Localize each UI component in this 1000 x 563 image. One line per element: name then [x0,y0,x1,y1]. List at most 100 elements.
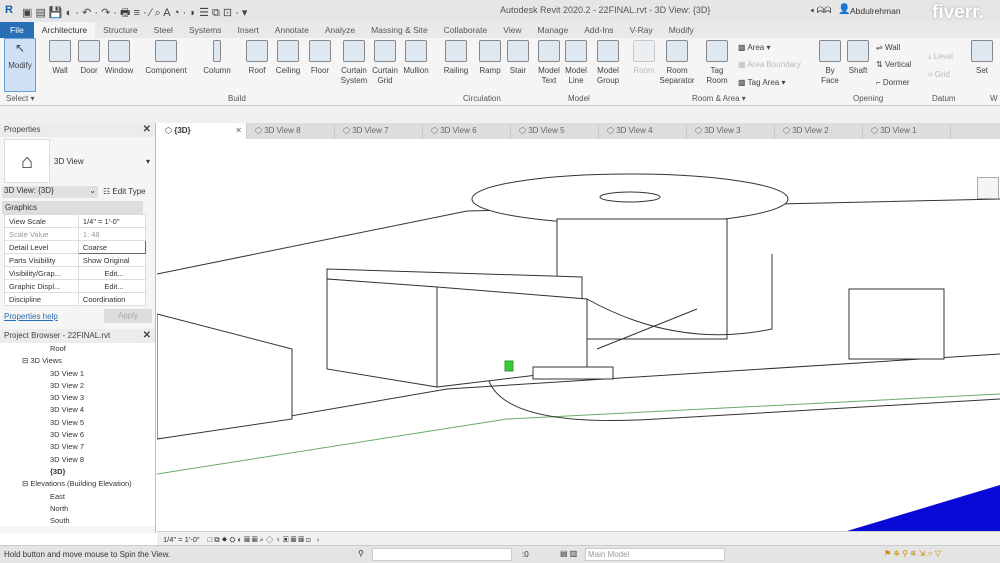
tree-item[interactable]: 3D View 2 [0,381,155,393]
edit-button[interactable]: Edit... [77,266,147,280]
ramp-button[interactable]: Ramp [476,40,504,76]
view-tab[interactable]: ⬡ 3D View 8 [247,123,335,139]
roof-button[interactable]: Roof [243,40,271,76]
tag-area-button[interactable]: ▩ Tag Area ▾ [738,78,785,87]
edit-button[interactable]: Edit... [77,279,147,293]
tree-item[interactable]: 3D View 1 [0,369,155,381]
model-group-button[interactable]: Model Group [594,40,622,86]
component-button[interactable]: Component [142,40,190,76]
wall-button[interactable]: Wall [46,40,74,76]
3d-viewport[interactable] [156,139,1000,531]
viewcube-icon[interactable] [977,177,999,199]
curtain-grid-button[interactable]: Curtain Grid [370,40,400,86]
view-tab[interactable]: ⬡ 3D View 3 [687,123,775,139]
panel-room-area[interactable]: Room & Area ▾ [692,94,746,103]
wall-opening-button[interactable]: ⇌ Wall [876,43,900,52]
panel-select[interactable]: Select ▾ [6,94,34,103]
quick-access-toolbar[interactable]: ▣ ▤ 💾 ◐ · ↶ · ↷ · 🖶 ≡ · ⁄ ⌕ A ◔ · ◗ ☰ ⧉ … [22,4,247,23]
tab-massing[interactable]: Massing & Site [363,22,436,38]
area-boundary-button[interactable]: ▦ Area Boundary [738,60,801,69]
design-option-dropdown[interactable]: Main Model [585,548,725,561]
view-tab[interactable]: ⬡ 3D View 6 [423,123,511,139]
worksets-icon[interactable]: ⚲ [358,549,364,558]
model-line-button[interactable]: Model Line [563,40,589,86]
apply-button[interactable]: Apply [104,309,152,323]
window-button[interactable]: Window [102,40,136,76]
shaft-button[interactable]: Shaft [845,40,871,76]
view-tab[interactable]: ⬡ 3D View 5 [511,123,599,139]
close-icon[interactable]: ✕ [231,126,246,135]
tab-annotate[interactable]: Annotate [267,22,317,38]
tree-item[interactable]: East [0,492,155,504]
view-tab[interactable]: ⬡ 3D View 4 [599,123,687,139]
room-button[interactable]: Room [630,40,658,76]
tag-room-button[interactable]: Tag Room [703,40,731,86]
modify-button[interactable]: ↖ Modify [4,38,36,92]
room-separator-button[interactable]: Room Separator [655,40,699,86]
set-button[interactable]: Set [970,40,994,76]
by-face-button[interactable]: By Face [818,40,842,86]
revit-logo-icon[interactable]: R [5,4,13,16]
prop-value[interactable]: Coarse [77,240,147,254]
tab-systems[interactable]: Systems [181,22,230,38]
tree-item[interactable]: South [0,516,155,526]
tree-item-elevations[interactable]: ⊟ Elevations (Building Elevation) [0,479,155,491]
curtain-system-button[interactable]: Curtain System [338,40,370,86]
tab-addins[interactable]: Add-Ins [576,22,621,38]
vertical-opening-button[interactable]: ⇅ Vertical [876,60,911,69]
door-button[interactable]: Door [76,40,102,76]
stair-button[interactable]: Stair [505,40,531,76]
dormer-button[interactable]: ⌐ Dormer [876,78,910,87]
model-text-button[interactable]: Model Text [535,40,563,86]
tab-manage[interactable]: Manage [530,22,577,38]
tab-structure[interactable]: Structure [95,22,146,38]
properties-help-link[interactable]: Properties help [4,312,58,321]
view-scale[interactable]: 1/4" = 1'-0" [163,535,200,544]
view-tab[interactable]: ⬡ 3D View 7 [335,123,423,139]
view-tab[interactable]: ⬡ 3D View 1 [863,123,951,139]
mullion-button[interactable]: Mullion [400,40,432,76]
tree-item[interactable]: 3D View 4 [0,405,155,417]
workset-dropdown[interactable] [372,548,512,561]
view-tab-3d[interactable]: ⬡ {3D} ✕ [157,123,247,139]
prop-value[interactable]: Show Original [77,253,147,267]
selection-filter-icons[interactable]: ⚑ ⛯ ⚲ ⛯ ⇲ ○ ▽ [884,549,941,559]
tab-steel[interactable]: Steel [146,22,181,38]
ceiling-button[interactable]: Ceiling [273,40,303,76]
user-name[interactable]: Abdulrehman [850,6,901,16]
tree-item[interactable]: 3D View 6 [0,430,155,442]
floor-button[interactable]: Floor [306,40,334,76]
level-button[interactable]: ⤓ Level [928,52,953,62]
tree-item[interactable]: 3D View 7 [0,442,155,454]
dropdown-icon[interactable]: ▾ [146,157,150,166]
tab-view[interactable]: View [495,22,529,38]
tree-item[interactable]: 3D View 5 [0,418,155,430]
view-control-icons[interactable]: □⧉☀⛭◐▦▦⌕◇♀▣▦▦⊡ ‹ [208,535,322,544]
tab-architecture[interactable]: Architecture [33,22,96,38]
railing-button[interactable]: Railing [440,40,472,76]
type-selector[interactable]: ⌂ 3D View ▾ [0,137,155,185]
tab-file[interactable]: File [0,22,34,38]
tree-item-3d-views[interactable]: ⊟ 3D Views [0,356,155,368]
grid-button[interactable]: ⌗ Grid [928,70,950,80]
design-options-icon[interactable]: ▤ ▥ [560,549,577,558]
view-tab[interactable]: ⬡ 3D View 2 [775,123,863,139]
tree-item-active[interactable]: {3D} [0,467,155,479]
tab-analyze[interactable]: Analyze [317,22,363,38]
tree-item[interactable]: 3D View 3 [0,393,155,405]
close-icon[interactable]: ✕ [143,123,151,137]
instance-selector[interactable]: 3D View: {3D} ⌄ [2,186,98,198]
close-icon[interactable]: ✕ [143,329,151,343]
tab-modify[interactable]: Modify [661,22,702,38]
tree-item[interactable]: 3D View 8 [0,455,155,467]
tab-vray[interactable]: V-Ray [622,22,661,38]
prop-value[interactable]: 1/4" = 1'-0" [77,214,147,228]
area-button[interactable]: ▩ Area ▾ [738,43,771,52]
binoculars-icon[interactable]: ◂ ᗣᗣ [810,5,832,16]
column-button[interactable]: Column [200,40,234,76]
tab-insert[interactable]: Insert [230,22,267,38]
prop-value[interactable]: Coordination [77,292,147,306]
tab-collaborate[interactable]: Collaborate [436,22,495,38]
edit-type-button[interactable]: ☷ Edit Type [103,187,146,196]
tree-item[interactable]: North [0,504,155,516]
